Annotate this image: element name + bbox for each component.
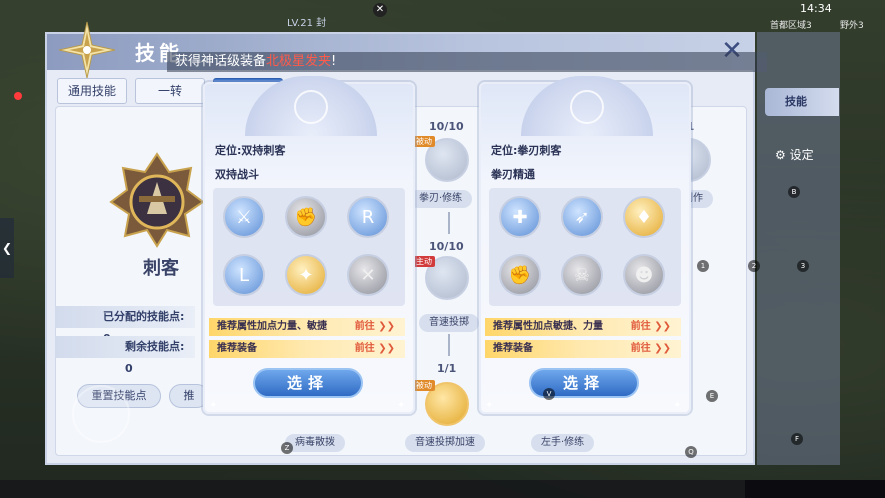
card-spec: 拳刃精通 (491, 168, 535, 181)
skill-label: 音速投掷 (419, 314, 479, 332)
side-settings-button[interactable]: ⚙ 设定 (775, 146, 814, 163)
right-side-menu: 技能 ⚙ 设定 (757, 32, 840, 465)
card-role: 定位:拳刃刺客 (491, 144, 562, 157)
left-hand-icon[interactable]: L (223, 254, 265, 296)
recommend-equipment-label: 推荐装备 (493, 343, 533, 354)
skill-level-count: 1/1 (437, 362, 457, 375)
tab-first-job[interactable]: 一转 (135, 78, 205, 104)
recommend-attributes-label: 推荐属性加点力量、敏捷 (217, 321, 327, 332)
go-label: 前往 (630, 343, 651, 354)
katar-slash-icon[interactable]: ✚ (499, 196, 541, 238)
class-crest-icon (294, 90, 328, 124)
recommend-attributes-row[interactable]: 推荐属性加点力量、敏捷 前往 ❯❯ (209, 318, 405, 336)
tab-general-skills[interactable]: 通用技能 (57, 78, 127, 104)
allocated-points-label: 已分配的技能点: (103, 310, 185, 323)
announcement-item: 北极星发夹 (266, 54, 332, 69)
cross-blade-icon[interactable]: ✕ (347, 254, 389, 296)
gold-katar-icon[interactable]: ♦ (623, 196, 665, 238)
line-selector[interactable]: 野外3 (840, 18, 864, 31)
skull-icon[interactable]: ☠ (561, 254, 603, 296)
recommend-attributes-row[interactable]: 推荐属性加点敏捷、力量 前往 ❯❯ (485, 318, 681, 336)
sparkle-icon: ✦ (209, 400, 218, 411)
announcement-banner: 获得神话级装备北极星发夹! (167, 52, 767, 72)
compass-star-icon (58, 21, 116, 79)
go-label: 前往 (354, 321, 375, 332)
key-hint: Q (685, 446, 697, 458)
skill-label: 音速投掷加速 (405, 434, 485, 452)
right-hand-icon[interactable]: R (347, 196, 389, 238)
dual-blade-icon[interactable]: ⚔ (223, 196, 265, 238)
movement-joystick[interactable] (72, 385, 130, 443)
fist-blade-icon[interactable]: ✊ (285, 196, 327, 238)
skill-label: 拳刃·修练 (409, 190, 473, 208)
select-button[interactable]: 选择 (253, 368, 363, 398)
sparkle-icon: ✦ (397, 400, 406, 411)
player-level: LV.21 封 (287, 18, 327, 29)
class-choice-card-dual: 定位:双持刺客 双持战斗 ⚔ ✊ R L ✦ ✕ 推荐属性加点力量、敏捷 前往 … (203, 76, 415, 414)
card-arch (521, 76, 653, 136)
passive-tag: 被动 (413, 380, 435, 391)
announcement-suffix: ! (331, 54, 337, 69)
top-hud: LV.21 封 ✕ 14:34 首都区域3 野外3 (0, 0, 885, 31)
skill-icon-grid: ✚ ➶ ♦ ✊ ☠ ☻ (489, 188, 681, 306)
sparkle-icon: ✦ (485, 400, 494, 411)
skill-level-count: 10/10 (429, 120, 464, 133)
key-hint: E (706, 390, 718, 402)
active-tag: 主动 (413, 256, 435, 267)
recommend-attributes-label: 推荐属性加点敏捷、力量 (493, 321, 603, 332)
go-link[interactable]: 前往 ❯❯ (631, 340, 671, 358)
blade-fist-icon[interactable]: ✊ (499, 254, 541, 296)
tree-connector (448, 212, 450, 234)
hud-close-icon[interactable]: ✕ (373, 3, 387, 17)
class-crest-icon (570, 90, 604, 124)
settings-label: 设定 (789, 148, 814, 162)
card-arch (245, 76, 377, 136)
gold-strike-icon[interactable]: ✦ (285, 254, 327, 296)
passive-tag: 被动 (413, 136, 435, 147)
go-link[interactable]: 前往 ❯❯ (355, 340, 395, 358)
go-link[interactable]: 前往 ❯❯ (631, 318, 671, 336)
server-name: 首都区域3 (770, 21, 812, 31)
key-hint: F (791, 433, 803, 445)
announcement-prefix: 获得神话级装备 (175, 54, 267, 69)
skill-level-count: 10/10 (429, 240, 464, 253)
skill-label: 病毒散拨 (285, 434, 345, 452)
assassin-emblem-icon (109, 152, 205, 248)
key-hint: 2 (748, 260, 760, 272)
recommend-equipment-row[interactable]: 推荐装备 前往 ❯❯ (209, 340, 405, 358)
skill-icon-grid: ⚔ ✊ R L ✦ ✕ (213, 188, 405, 306)
class-choice-card-katar: 定位:拳刃刺客 拳刃精通 ✚ ➶ ♦ ✊ ☠ ☻ 推荐属性加点敏捷、力量 前往 … (479, 76, 691, 414)
card-role: 定位:双持刺客 (215, 144, 286, 157)
sparkle-icon: ✦ (673, 400, 682, 411)
left-expand-arrow-icon[interactable]: ❮ (0, 218, 14, 278)
key-hint: V (543, 388, 555, 400)
key-hint: 1 (697, 260, 709, 272)
gear-icon: ⚙ (775, 148, 786, 162)
key-hint: 3 (797, 260, 809, 272)
skill-label: 左手·修练 (531, 434, 595, 452)
recommend-equipment-row[interactable]: 推荐装备 前往 ❯❯ (485, 340, 681, 358)
katar-throw-icon[interactable]: ➶ (561, 196, 603, 238)
tree-connector (448, 334, 450, 356)
card-spec: 双持战斗 (215, 168, 259, 181)
go-label: 前往 (630, 321, 651, 332)
go-link[interactable]: 前往 ❯❯ (355, 318, 395, 336)
allocated-points-row: 已分配的技能点: 0 (55, 306, 195, 345)
remaining-points-label: 剩余技能点: (125, 340, 185, 353)
remaining-points-value: 0 (125, 362, 133, 375)
notification-dot (14, 92, 22, 100)
clock: 14:34 (800, 2, 832, 15)
remaining-points-row: 剩余技能点: 0 (55, 336, 195, 375)
class-name: 刺客 (143, 258, 179, 279)
bottom-chat-area (745, 480, 885, 498)
key-hint: B (788, 186, 800, 198)
ghost-icon[interactable]: ☻ (623, 254, 665, 296)
go-label: 前往 (354, 343, 375, 354)
side-skill-button[interactable]: 技能 (765, 88, 839, 116)
key-hint: Z (281, 442, 293, 454)
recommend-equipment-label: 推荐装备 (217, 343, 257, 354)
